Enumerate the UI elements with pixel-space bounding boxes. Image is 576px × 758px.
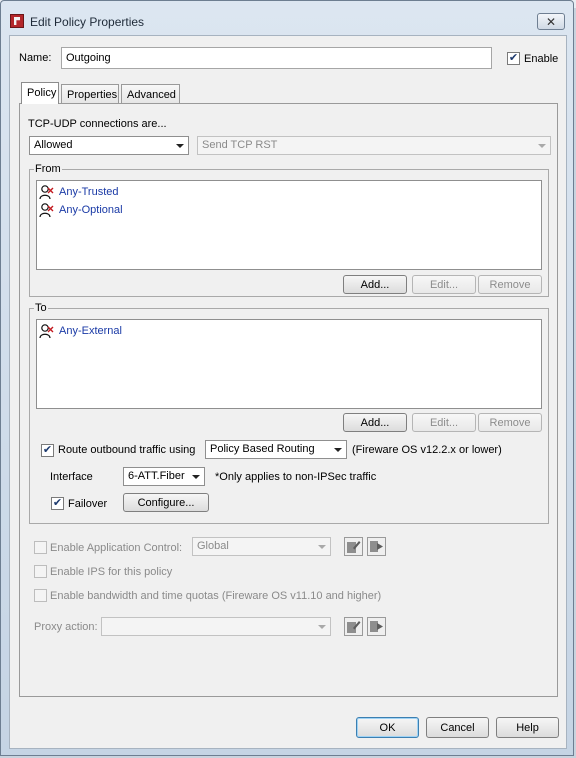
help-button[interactable]: Help — [496, 717, 559, 738]
route-outbound-label: Route outbound traffic using — [58, 444, 196, 456]
close-button[interactable]: ✕ — [537, 13, 565, 30]
to-edit-button[interactable]: Edit... — [412, 413, 476, 432]
to-add-button[interactable]: Add... — [343, 413, 407, 432]
checkmark-icon: ✔ — [42, 444, 53, 456]
policy-tab-panel: TCP-UDP connections are... Allowed Send … — [19, 103, 558, 697]
from-group: From Any-Trusted Any-Optional Add... Edi… — [29, 163, 549, 297]
list-item[interactable]: Any-External — [39, 323, 122, 339]
edit-proxy-action-button[interactable] — [344, 617, 363, 636]
proxy-action-select[interactable] — [101, 617, 331, 636]
quota-checkbox[interactable] — [34, 589, 47, 602]
to-item-label: Any-External — [59, 325, 122, 337]
close-icon: ✕ — [545, 14, 557, 29]
enable-label: Enable — [524, 53, 559, 65]
name-input[interactable] — [61, 47, 492, 69]
route-outbound-checkbox[interactable]: ✔ — [41, 444, 54, 457]
interface-label: Interface — [50, 471, 93, 483]
edit-policy-dialog: Edit Policy Properties ✕ Name: ✔ Enable … — [0, 0, 574, 756]
to-group-title: To — [34, 302, 48, 314]
chevron-down-icon — [176, 144, 184, 148]
list-item[interactable]: Any-Optional — [39, 202, 123, 218]
clone-icon — [370, 541, 383, 552]
ips-checkbox[interactable] — [34, 565, 47, 578]
chevron-down-icon — [318, 545, 326, 549]
connections-action-value: Allowed — [34, 139, 73, 151]
route-method-value: Policy Based Routing — [210, 443, 315, 455]
ok-button[interactable]: OK — [356, 717, 419, 738]
from-remove-button[interactable]: Remove — [478, 275, 542, 294]
user-alias-icon — [39, 324, 54, 339]
window-title: Edit Policy Properties — [30, 15, 145, 29]
app-control-value: Global — [197, 540, 229, 552]
cancel-button[interactable]: Cancel — [426, 717, 489, 738]
list-item[interactable]: Any-Trusted — [39, 184, 119, 200]
checkmark-icon: ✔ — [508, 52, 519, 64]
edit-app-control-button[interactable] — [344, 537, 363, 556]
proxy-action-label: Proxy action: — [34, 621, 98, 633]
chevron-down-icon — [538, 144, 546, 148]
quota-label: Enable bandwidth and time quotas (Firewa… — [50, 590, 382, 602]
title-bar: Edit Policy Properties ✕ — [1, 1, 573, 35]
interface-note: *Only applies to non-IPSec traffic — [215, 471, 377, 483]
user-alias-icon — [39, 185, 54, 200]
from-item-label: Any-Optional — [59, 204, 123, 216]
tab-properties[interactable]: Properties — [61, 84, 119, 105]
app-icon — [10, 14, 24, 28]
tcp-rst-value: Send TCP RST — [202, 139, 278, 151]
app-control-select[interactable]: Global — [192, 537, 331, 556]
route-method-select[interactable]: Policy Based Routing — [205, 440, 347, 459]
clone-proxy-action-button[interactable] — [367, 617, 386, 636]
to-group: To Any-External Add... Edit... Remove ✔ — [29, 302, 549, 524]
interface-select[interactable]: 6-ATT.Fiber — [123, 467, 205, 486]
chevron-down-icon — [334, 448, 342, 452]
tab-advanced[interactable]: Advanced — [121, 84, 180, 105]
app-control-checkbox[interactable] — [34, 541, 47, 554]
edit-icon — [347, 541, 361, 553]
configure-failover-button[interactable]: Configure... — [123, 493, 209, 512]
edit-icon — [347, 621, 361, 633]
from-group-title: From — [34, 163, 62, 175]
from-list[interactable]: Any-Trusted Any-Optional — [36, 180, 542, 270]
connections-action-select[interactable]: Allowed — [29, 136, 189, 155]
failover-label: Failover — [68, 498, 108, 510]
checkmark-icon: ✔ — [52, 497, 63, 509]
chevron-down-icon — [318, 625, 326, 629]
ips-label: Enable IPS for this policy — [50, 566, 173, 578]
clone-app-control-button[interactable] — [367, 537, 386, 556]
to-remove-button[interactable]: Remove — [478, 413, 542, 432]
from-edit-button[interactable]: Edit... — [412, 275, 476, 294]
dialog-body: Name: ✔ Enable Policy Properties Advance… — [9, 35, 567, 749]
interface-value: 6-ATT.Fiber — [128, 470, 185, 482]
app-control-label: Enable Application Control: — [50, 542, 183, 554]
clone-icon — [370, 621, 383, 632]
from-item-label: Any-Trusted — [59, 186, 119, 198]
failover-checkbox[interactable]: ✔ — [51, 497, 64, 510]
tab-policy[interactable]: Policy — [21, 82, 59, 104]
chevron-down-icon — [192, 475, 200, 479]
to-list[interactable]: Any-External — [36, 319, 542, 409]
route-version-note: (Fireware OS v12.2.x or lower) — [352, 444, 502, 456]
tcp-rst-select[interactable]: Send TCP RST — [197, 136, 551, 155]
connections-label: TCP-UDP connections are... — [28, 118, 167, 130]
from-add-button[interactable]: Add... — [343, 275, 407, 294]
name-label: Name: — [19, 52, 52, 64]
user-alias-icon — [39, 203, 54, 218]
enable-checkbox[interactable]: ✔ — [507, 52, 520, 65]
